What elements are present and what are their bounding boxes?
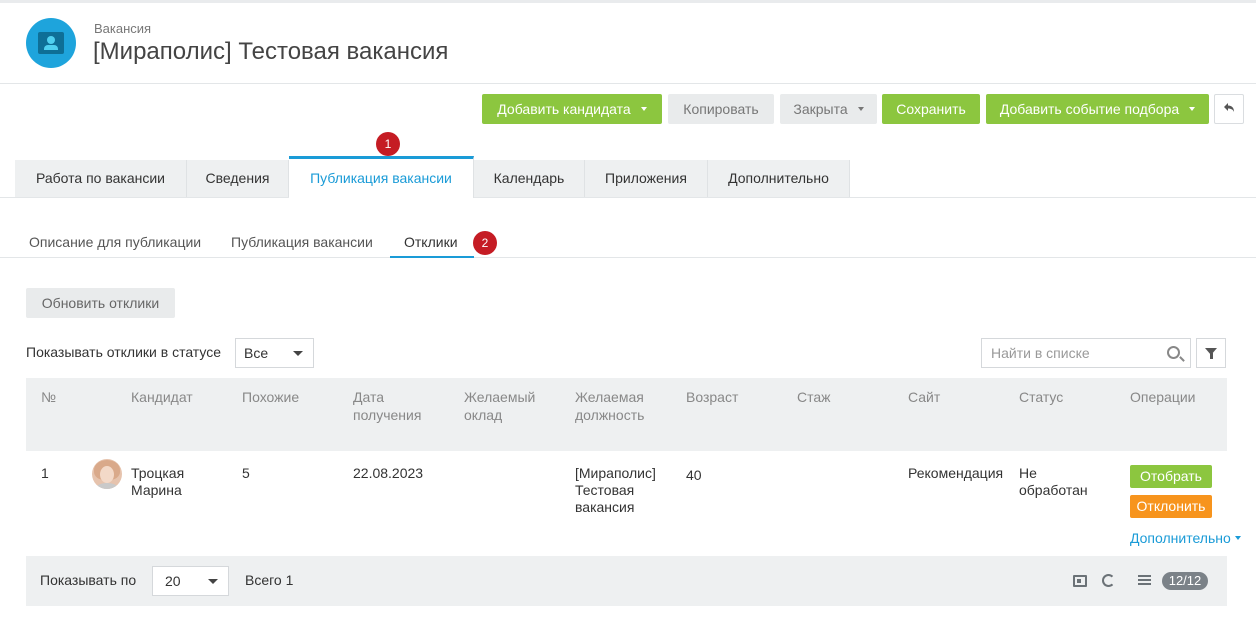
refresh-icon[interactable] [1102,574,1115,587]
source-site: Рекомендация [908,465,1004,481]
candidate-age: 40 [686,467,702,483]
table-footer: Показывать по 20 Всего 1 12/12 [26,556,1227,606]
similar-count[interactable]: 5 [242,465,250,482]
page-counter: 12/12 [1162,572,1208,590]
col-date: Дата получения [353,389,422,423]
search-placeholder: Найти в списке [991,345,1090,361]
col-similar: Похожие [242,389,300,405]
search-icon[interactable] [1167,346,1180,359]
subtabs-divider [0,257,1256,258]
subtab-responses[interactable]: Отклики [404,234,458,250]
step-badge-2: 2 [473,231,497,255]
columns-icon[interactable] [1138,575,1151,586]
col-candidate: Кандидат [131,389,193,405]
total-count: Всего 1 [245,572,294,588]
chevron-down-icon [857,107,864,112]
col-experience: Стаж [797,389,831,405]
tab-additional[interactable]: Дополнительно [708,160,850,197]
subtab-publication[interactable]: Публикация вакансии [231,234,373,250]
tab-details[interactable]: Сведения [187,160,289,197]
filter-icon[interactable] [1196,338,1226,368]
chevron-down-icon [640,107,647,112]
subtab-description[interactable]: Описание для публикации [29,234,201,250]
col-operations: Операции [1130,389,1196,405]
copy-button[interactable]: Копировать [668,94,774,124]
desired-position: [Мираполис] Тестовая вакансия [575,465,656,515]
col-age: Возраст [686,389,739,405]
col-status: Статус [1019,389,1064,405]
reject-candidate-button[interactable]: Отклонить [1130,495,1212,518]
status-filter-label: Показывать отклики в статусе [26,344,222,360]
chevron-down-icon [1234,536,1241,541]
page-header: Вакансия [Мираполис] Тестовая вакансия [0,3,1256,84]
refresh-responses-button[interactable]: Обновить отклики [26,288,175,318]
add-candidate-button[interactable]: Добавить кандидата [482,94,662,124]
save-button[interactable]: Сохранить [882,94,980,124]
excel-export-icon[interactable] [1073,575,1087,587]
tab-calendar[interactable]: Календарь [474,160,585,197]
search-input[interactable]: Найти в списке [981,338,1191,368]
chevron-down-icon [293,351,303,356]
page-size-label: Показывать по [40,572,137,588]
step-badge-1: 1 [376,132,400,156]
avatar [92,459,122,489]
tab-vacancy-work[interactable]: Работа по вакансии [15,160,187,197]
row-number: 1 [41,465,49,481]
col-number: № [41,389,57,405]
undo-icon [1224,103,1234,112]
table-header: № Кандидат Похожие Дата получения Желаем… [26,378,1227,451]
closed-status-button[interactable]: Закрыта [780,94,877,124]
tab-publication[interactable]: Публикация вакансии [289,156,474,198]
received-date: 22.08.2023 [353,465,424,481]
tab-attachments[interactable]: Приложения [585,160,708,197]
back-button[interactable] [1214,94,1244,124]
chevron-down-icon [208,579,218,584]
status-filter-select[interactable]: Все [235,338,314,368]
col-salary: Желаемый оклад [464,389,536,423]
col-position: Желаемая должность [575,389,645,423]
page-size-select[interactable]: 20 [152,566,229,596]
page-subtitle: Вакансия [94,21,152,36]
more-actions-link[interactable]: Дополнительно [1130,530,1241,546]
chevron-down-icon [1189,107,1196,112]
vacancy-icon [26,18,76,68]
add-event-button[interactable]: Добавить событие подбора [986,94,1209,124]
col-site: Сайт [908,389,941,405]
tabs-divider [0,197,1256,198]
active-subtab-indicator [390,256,474,258]
candidate-name[interactable]: Троцкая Марина [131,465,211,499]
select-candidate-button[interactable]: Отобрать [1130,465,1212,488]
page-title: [Мираполис] Тестовая вакансия [93,38,449,65]
response-status: Не обработан [1019,465,1088,498]
